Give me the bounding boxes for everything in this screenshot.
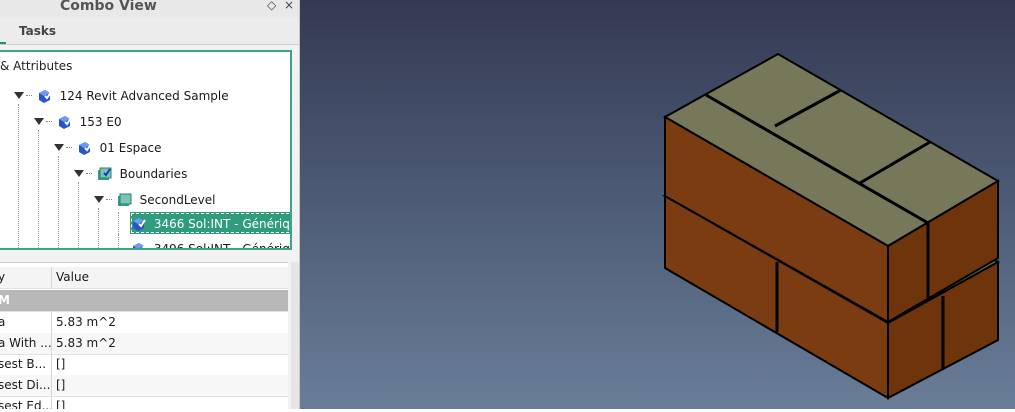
tree-item-label: Boundaries — [119, 166, 188, 181]
property-value[interactable]: 5.83 m^2 — [56, 312, 286, 333]
float-icon[interactable]: ◇ — [267, 0, 276, 12]
property-column-header[interactable]: y — [0, 267, 52, 288]
tree-item-boundaries[interactable]: Boundaries — [74, 162, 187, 184]
property-value[interactable]: [] — [56, 354, 286, 375]
property-value[interactable]: [] — [56, 375, 286, 396]
active-tab-indicator — [0, 42, 6, 44]
close-icon[interactable]: × — [284, 0, 294, 12]
expand-arrow-icon[interactable] — [94, 196, 104, 203]
tree-guide — [118, 212, 119, 248]
expand-arrow-icon[interactable] — [34, 118, 44, 125]
property-key: a — [0, 312, 52, 333]
property-row[interactable]: a With ... 5.83 m^2 — [0, 333, 288, 355]
part-icon — [78, 141, 92, 155]
tree-item-secondlevel[interactable]: SecondLevel — [94, 188, 216, 210]
property-header-row: y Value — [0, 267, 288, 289]
combo-view-titlebar: Combo View ◇ × — [0, 0, 299, 18]
tree-item-label: SecondLevel — [139, 192, 216, 207]
property-row[interactable]: sest Ed... [] — [0, 396, 288, 409]
property-key: sest Di... — [0, 375, 52, 396]
property-value[interactable]: [] — [56, 396, 286, 409]
tree-item-label: 153 E0 — [79, 114, 122, 129]
property-table: y Value M a 5.83 m^2 a With ... 5.83 m^2… — [0, 262, 288, 409]
tree-item-label: 3496 Sol:INT - Générique — [153, 241, 292, 250]
group-icon — [117, 193, 132, 206]
tree-item-3466-sol[interactable]: 3466 Sol:INT - Générique — [130, 212, 292, 234]
property-row[interactable]: a 5.83 m^2 — [0, 312, 288, 334]
tree-guide — [18, 104, 19, 248]
property-value[interactable]: 5.83 m^2 — [56, 333, 286, 354]
tree-header: & Attributes — [0, 59, 73, 73]
property-group-label: M — [0, 290, 52, 311]
tree-item-01-espace[interactable]: 01 Espace — [54, 136, 162, 158]
tree-item-3496-sol[interactable]: 3496 Sol:INT - Générique — [130, 237, 292, 250]
tab-bar: Tasks — [0, 18, 299, 45]
property-scrollbar[interactable] — [291, 262, 299, 409]
tab-tasks[interactable]: Tasks — [19, 24, 56, 38]
expand-arrow-icon[interactable] — [74, 170, 84, 177]
part-icon — [133, 217, 146, 231]
tree-guide — [98, 208, 99, 248]
group-icon — [97, 167, 112, 180]
tree-item-153-e0[interactable]: 153 E0 — [34, 110, 122, 132]
panel-title: Combo View — [60, 0, 157, 14]
tree-guide — [58, 156, 59, 248]
property-key: a With ... — [0, 333, 52, 354]
model-tree[interactable]: & Attributes 124 Revit Advanced Sample 1… — [0, 50, 292, 250]
combo-view-panel: Combo View ◇ × Tasks & Attributes 124 Re… — [0, 0, 300, 409]
tree-item-label: 124 Revit Advanced Sample — [59, 88, 229, 103]
value-column-header[interactable]: Value — [56, 267, 286, 288]
tree-guide — [78, 182, 79, 248]
property-key: sest B... — [0, 354, 52, 375]
property-row[interactable]: sest B... [] — [0, 354, 288, 376]
3d-model[interactable] — [300, 0, 1015, 409]
tree-guide — [38, 130, 39, 248]
expand-arrow-icon[interactable] — [14, 92, 24, 99]
tree-item-revit-sample[interactable]: 124 Revit Advanced Sample — [14, 84, 229, 106]
property-row[interactable]: sest Di... [] — [0, 375, 288, 397]
part-icon — [133, 242, 146, 248]
tree-item-label: 01 Espace — [99, 140, 162, 155]
tree-item-label: 3466 Sol:INT - Générique — [153, 216, 292, 231]
part-icon — [58, 115, 72, 129]
3d-viewport[interactable] — [300, 0, 1015, 409]
property-group-row[interactable]: M — [0, 290, 288, 312]
part-icon — [38, 89, 52, 103]
expand-arrow-icon[interactable] — [54, 144, 64, 151]
property-key: sest Ed... — [0, 396, 52, 409]
